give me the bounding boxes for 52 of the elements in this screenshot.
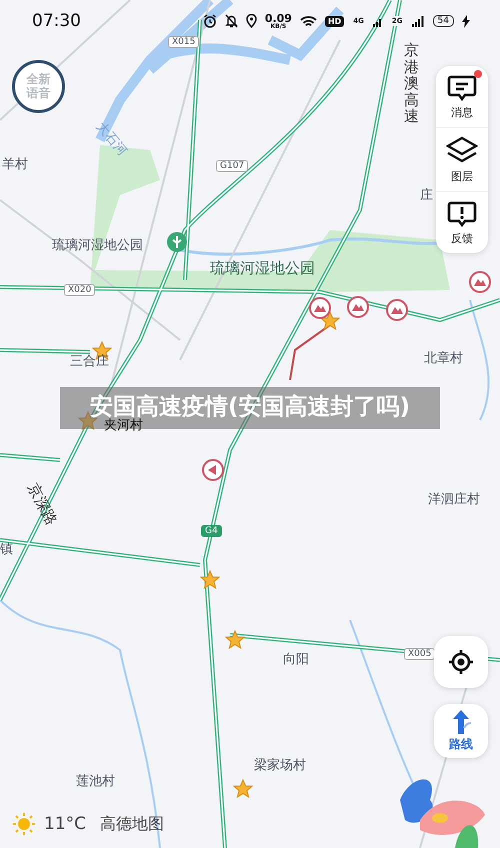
scenic-spot-icon[interactable]: [386, 299, 408, 321]
park-pin-icon[interactable]: [167, 232, 187, 252]
place-label: 琉璃河湿地公园: [210, 259, 315, 278]
muted-bell-icon: [224, 14, 238, 28]
locate-icon: [447, 648, 475, 676]
speaker-pin-icon[interactable]: [202, 459, 224, 481]
road-shield: X005: [404, 648, 436, 660]
wifi-icon: [300, 14, 317, 28]
place-label: 庄: [420, 187, 433, 204]
place-label: 梁家场村: [254, 757, 306, 774]
status-time: 07:30: [32, 11, 81, 31]
scenic-spot-icon[interactable]: [309, 297, 331, 319]
place-label: 莲池村: [76, 773, 115, 790]
alarm-icon: [202, 14, 217, 28]
road-shield: G4: [201, 525, 222, 537]
temperature: 11°C: [44, 814, 86, 834]
sun-icon: [12, 812, 36, 836]
scenic-spot-icon[interactable]: [469, 271, 491, 293]
brand-name: 高德地图: [100, 814, 164, 834]
butterfly-flower-drawing[interactable]: [400, 779, 485, 848]
star-icon[interactable]: [224, 630, 246, 650]
place-label: 镇: [0, 541, 13, 558]
place-label: 向阳: [283, 651, 309, 668]
location-icon: [246, 14, 257, 28]
hd-badge: HD: [324, 16, 344, 26]
place-label: 三合庄: [70, 353, 109, 370]
star-icon[interactable]: [320, 310, 340, 330]
river-label: 大石河: [92, 118, 131, 160]
map-tool-button[interactable]: 消息: [436, 66, 488, 127]
charging-icon: [462, 14, 470, 28]
congested-road-line: [289, 324, 331, 380]
road-shield: X015: [168, 36, 200, 48]
place-label: 京港澳高速: [404, 42, 419, 124]
map-tool-button[interactable]: 反馈: [436, 191, 488, 253]
road-shield: G107: [216, 160, 248, 172]
place-label: 琉璃河湿地公园: [52, 237, 143, 254]
signal-icon: [412, 15, 425, 27]
place-label: 洋泗庄村: [428, 491, 480, 508]
star-icon[interactable]: [232, 778, 254, 798]
locate-button[interactable]: [434, 636, 488, 688]
road-shield: X020: [64, 284, 96, 296]
battery-level: 54: [432, 15, 454, 27]
route-button[interactable]: 路线: [434, 704, 488, 758]
feedback-icon: [447, 200, 477, 228]
place-label: 北章村: [424, 350, 463, 367]
route-arrow-icon: [450, 710, 472, 734]
message-icon: [447, 74, 477, 102]
place-label: 京深路: [23, 480, 62, 529]
map-tool-button[interactable]: 图层: [436, 127, 488, 191]
star-icon[interactable]: [200, 570, 220, 590]
place-label: 羊村: [2, 156, 28, 173]
scenic-spot-icon[interactable]: [347, 296, 369, 318]
